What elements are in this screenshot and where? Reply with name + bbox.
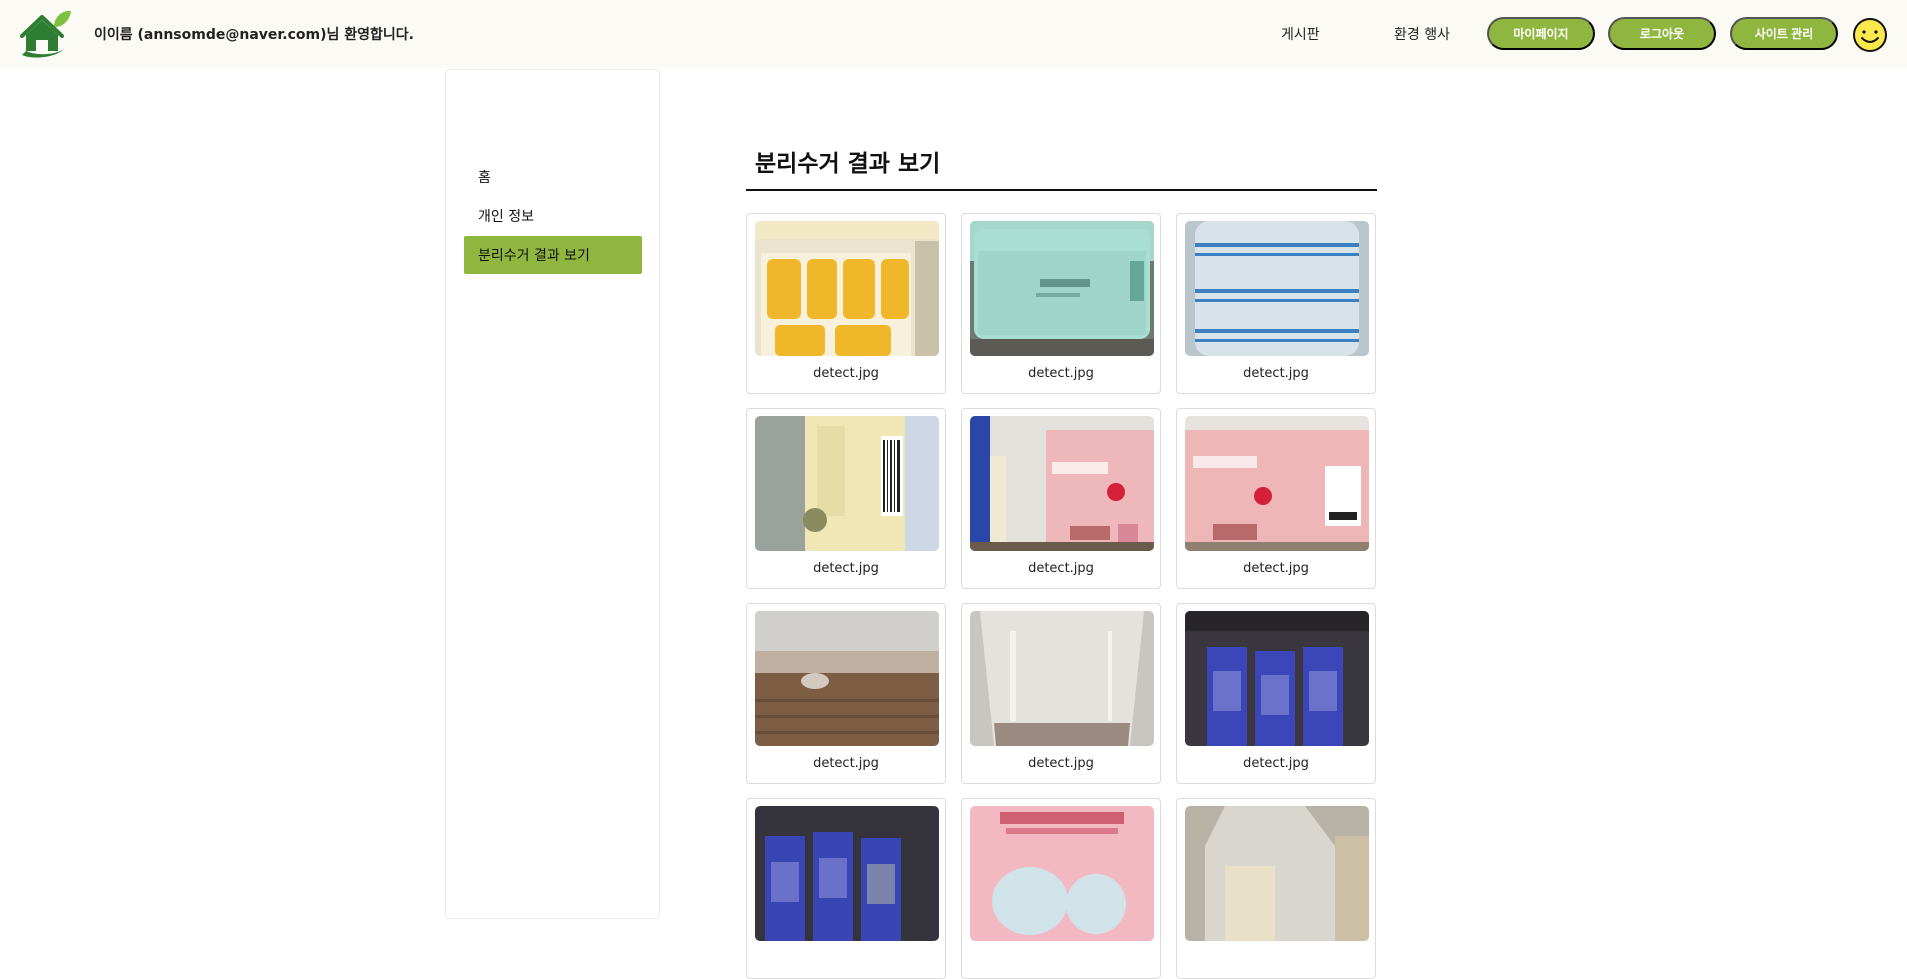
result-card[interactable]: detect.jpg (961, 408, 1161, 589)
result-filename: detect.jpg (1028, 561, 1094, 576)
result-filename: detect.jpg (813, 561, 879, 576)
smiley-avatar-icon[interactable] (1852, 17, 1888, 53)
top-header: 이이름 (annsomde@naver.com)님 환영합니다. 게시판 환경 … (0, 0, 1907, 68)
result-card[interactable] (746, 798, 946, 979)
result-photo[interactable] (755, 221, 939, 356)
home-leaf-logo-icon[interactable] (18, 9, 72, 59)
result-card[interactable]: detect.jpg (1176, 213, 1376, 394)
site-admin-button[interactable]: 사이트 관리 (1730, 17, 1838, 50)
result-filename: detect.jpg (813, 756, 879, 771)
result-card[interactable]: detect.jpg (961, 213, 1161, 394)
result-card[interactable]: detect.jpg (961, 603, 1161, 784)
result-filename: detect.jpg (1243, 366, 1309, 381)
title-divider (746, 189, 1377, 191)
result-filename: detect.jpg (1028, 756, 1094, 771)
sidebar-menu: 홈 개인 정보 분리수거 결과 보기 (445, 69, 660, 919)
mypage-button[interactable]: 마이페이지 (1487, 17, 1595, 50)
result-card[interactable]: detect.jpg (746, 408, 946, 589)
result-photo[interactable] (970, 806, 1154, 941)
result-photo[interactable] (970, 611, 1154, 746)
result-card[interactable]: detect.jpg (1176, 603, 1376, 784)
result-photo[interactable] (1185, 416, 1369, 551)
result-photo[interactable] (755, 611, 939, 746)
logout-button[interactable]: 로그아웃 (1608, 17, 1716, 50)
nav-board-link[interactable]: 게시판 (1281, 24, 1320, 44)
page-title: 분리수거 결과 보기 (755, 151, 941, 177)
sidebar-item-home[interactable]: 홈 (464, 158, 642, 196)
result-photo[interactable] (755, 416, 939, 551)
result-card[interactable]: detect.jpg (746, 213, 946, 394)
sidebar-item-recycling-results[interactable]: 분리수거 결과 보기 (464, 236, 642, 274)
result-photo[interactable] (1185, 611, 1369, 746)
result-photo[interactable] (755, 806, 939, 941)
result-card[interactable] (961, 798, 1161, 979)
result-photo[interactable] (970, 221, 1154, 356)
result-card[interactable]: detect.jpg (746, 603, 946, 784)
result-card[interactable] (1176, 798, 1376, 979)
result-filename: detect.jpg (1028, 366, 1094, 381)
result-photo[interactable] (970, 416, 1154, 551)
result-card[interactable]: detect.jpg (1176, 408, 1376, 589)
result-filename: detect.jpg (1243, 561, 1309, 576)
sidebar-item-personal-info[interactable]: 개인 정보 (464, 197, 642, 235)
result-filename: detect.jpg (1243, 756, 1309, 771)
welcome-message: 이이름 (annsomde@naver.com)님 환영합니다. (94, 27, 414, 43)
result-photo[interactable] (1185, 221, 1369, 356)
result-filename: detect.jpg (813, 366, 879, 381)
nav-event-link[interactable]: 환경 행사 (1394, 24, 1450, 44)
result-photo[interactable] (1185, 806, 1369, 941)
